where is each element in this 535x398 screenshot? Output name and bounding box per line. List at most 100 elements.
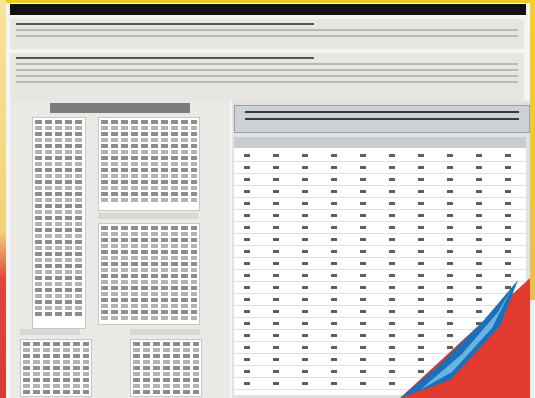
table-row — [35, 228, 83, 232]
table-row — [23, 372, 89, 376]
table-row — [23, 342, 89, 346]
table-row — [101, 280, 197, 284]
page-curl-corner — [400, 278, 530, 398]
table-row — [101, 262, 197, 266]
table-row — [35, 162, 83, 166]
callout-box — [234, 105, 530, 133]
table-row — [23, 390, 89, 394]
left-table-b — [98, 117, 200, 211]
table-row — [101, 292, 197, 296]
table-row — [101, 256, 197, 260]
table-row — [101, 138, 197, 142]
table-row — [101, 126, 197, 130]
table-row — [133, 384, 199, 388]
document-title-bar — [10, 4, 526, 15]
left-subtable-heading — [130, 329, 200, 335]
table-row — [101, 174, 197, 178]
table-row — [35, 210, 83, 214]
table-row — [35, 282, 83, 286]
table-row — [101, 198, 197, 202]
table-row — [234, 162, 526, 174]
table-row — [133, 366, 199, 370]
table-row — [101, 168, 197, 172]
table-row — [23, 354, 89, 358]
table-row — [35, 252, 83, 256]
left-subtable-heading — [20, 329, 80, 335]
table-row — [234, 174, 526, 186]
table-row — [101, 226, 197, 230]
table-row — [133, 378, 199, 382]
table-row — [133, 360, 199, 364]
table-row — [101, 268, 197, 272]
table-row — [234, 198, 526, 210]
description-line — [16, 57, 315, 59]
callout-line — [245, 111, 519, 113]
left-data-panel — [10, 101, 230, 398]
intro-text-band — [10, 19, 524, 49]
table-row — [35, 174, 83, 178]
table-row — [234, 222, 526, 234]
table-row — [35, 168, 83, 172]
intro-line — [16, 29, 518, 31]
table-row — [234, 186, 526, 198]
table-row — [35, 180, 83, 184]
table-row — [234, 210, 526, 222]
table-row — [35, 294, 83, 298]
table-row — [35, 312, 83, 316]
table-row — [133, 372, 199, 376]
table-row — [35, 186, 83, 190]
table-row — [133, 348, 199, 352]
table-row — [23, 348, 89, 352]
table-row — [35, 240, 83, 244]
table-row — [23, 378, 89, 382]
table-row — [35, 270, 83, 274]
table-row — [101, 144, 197, 148]
description-line — [16, 81, 518, 83]
table-row — [234, 150, 526, 162]
table-row — [35, 198, 83, 202]
table-row — [35, 132, 83, 136]
table-row — [35, 126, 83, 130]
table-row — [35, 138, 83, 142]
table-row — [35, 276, 83, 280]
table-row — [35, 246, 83, 250]
table-row — [101, 310, 197, 314]
table-row — [133, 342, 199, 346]
table-row — [35, 222, 83, 226]
table-row — [35, 306, 83, 310]
table-row — [101, 186, 197, 190]
table-row — [35, 234, 83, 238]
table-row — [101, 156, 197, 160]
intro-line — [16, 23, 315, 25]
table-row — [101, 250, 197, 254]
table-row — [23, 366, 89, 370]
table-row — [35, 156, 83, 160]
table-row — [133, 390, 199, 394]
table-row — [101, 304, 197, 308]
table-row — [101, 274, 197, 278]
table-row — [101, 232, 197, 236]
table-row — [101, 316, 197, 320]
table-row — [101, 180, 197, 184]
table-row — [23, 360, 89, 364]
table-row — [101, 238, 197, 242]
description-text-band — [10, 53, 524, 101]
description-line — [16, 75, 518, 77]
table-row — [101, 150, 197, 154]
left-table-a — [32, 117, 86, 329]
table-row — [35, 192, 83, 196]
table-row — [35, 120, 83, 124]
table-row — [35, 204, 83, 208]
table-row — [35, 150, 83, 154]
right-edge-stripe — [530, 0, 535, 300]
table-row — [234, 246, 526, 258]
table-row — [101, 192, 197, 196]
callout-line — [245, 118, 519, 120]
table-row — [35, 144, 83, 148]
left-table-d — [20, 339, 92, 397]
description-line — [16, 63, 518, 65]
table-row — [35, 216, 83, 220]
table-row — [101, 298, 197, 302]
table-row — [23, 384, 89, 388]
table-row — [101, 132, 197, 136]
